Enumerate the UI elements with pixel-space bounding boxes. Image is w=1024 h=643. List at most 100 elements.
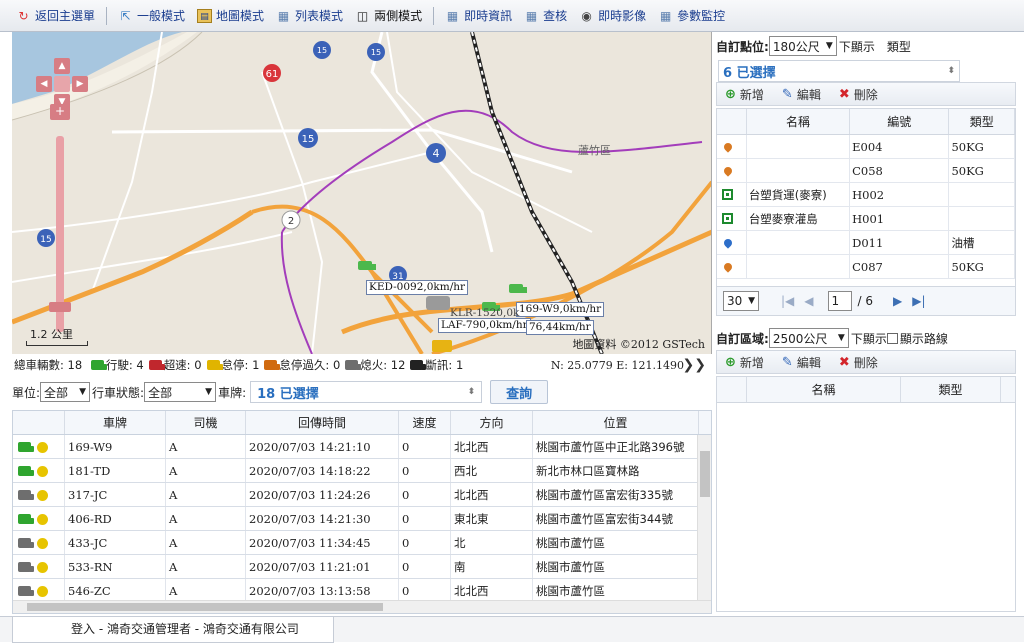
vehicle-label[interactable]: 76,44km/hr: [526, 320, 594, 335]
column-header[interactable]: 速度: [399, 411, 451, 434]
unit-select[interactable]: 全部 ▼: [40, 382, 91, 402]
realtime-info-button[interactable]: ▦ 即時資訊: [439, 4, 518, 28]
realtime-info-icon: ▦: [446, 8, 459, 23]
table-row[interactable]: 台塑麥寮灌島 H001: [717, 207, 1015, 231]
vehicle-marker[interactable]: [432, 340, 452, 352]
table-header: 車牌 司機 回傳時間 速度 方向 位置: [13, 411, 711, 435]
cell-loc: 新北市林口區寶林路: [533, 459, 699, 482]
column-header[interactable]: 位置: [533, 411, 699, 434]
cell-plate: 317-JC: [65, 483, 166, 506]
column-header[interactable]: 名稱: [747, 377, 901, 402]
status-idle[interactable]: 怠停: 1: [205, 357, 259, 373]
vehicle-label[interactable]: KLR-1520,0k: [448, 307, 521, 320]
column-header[interactable]: 名稱: [747, 109, 851, 134]
table-row[interactable]: 181-TD A 2020/07/03 14:18:22 0 西北 新北市林口區寶林路: [13, 459, 711, 483]
area-range-select[interactable]: 2500公尺 ▼: [768, 328, 849, 348]
point-range-select[interactable]: 180公尺 ▼: [768, 36, 837, 56]
parameter-monitor-button[interactable]: ▦ 參數監控: [652, 4, 731, 28]
points-multiselect[interactable]: 6 已選擇 ⬍: [718, 60, 960, 82]
zoom-in-button[interactable]: +: [50, 104, 70, 120]
status-engine-off[interactable]: 熄火: 12: [343, 357, 405, 373]
plate-multiselect[interactable]: 18 已選擇 ⬍: [250, 381, 483, 403]
status-speeding[interactable]: 超速: 0: [147, 357, 202, 373]
page-size-select[interactable]: 30 ▼: [723, 291, 759, 311]
cell-code: C087: [850, 255, 950, 278]
map-mode-button[interactable]: ▤ 地圖模式: [191, 4, 270, 28]
cell-plate: 546-ZC: [65, 579, 166, 602]
table-row[interactable]: C058 50KG: [717, 159, 1015, 183]
horizontal-scrollbar[interactable]: [13, 600, 711, 613]
points-rows: E004 50KG C058 50KG 台塑貨運(麥寮) H002 台塑麥寮灌島 H001 D0…: [717, 135, 1015, 279]
table-row[interactable]: 317-JC A 2020/07/03 11:24:26 0 北北西 桃園市蘆竹區富宏街3…: [13, 483, 711, 507]
edit-area-button[interactable]: ✎ 編輯: [782, 354, 821, 371]
list-mode-button[interactable]: ▦ 列表模式: [270, 4, 349, 28]
pan-up-button[interactable]: ▲: [54, 58, 70, 74]
map-mode-icon: ▤: [197, 8, 213, 23]
top-toolbar: ↻ 返回主選單 ⇱ 一般模式 ▤ 地圖模式 ▦ 列表模式 ◫ 兩側模式 ▦ 即時資訊 ▦ 查核…: [0, 0, 1024, 32]
pan-left-button[interactable]: ◀: [36, 76, 52, 92]
cell-driver: A: [166, 435, 246, 458]
vehicle-marker[interactable]: [509, 284, 527, 293]
vehicle-label[interactable]: KED-0092,0km/hr: [366, 280, 469, 295]
right-panel: 自訂點位: 180公尺 ▼ 下顯示 類型 6 已選擇 ⬍ ⊕ 新增 ✎ 編輯 ✖ 刪除 名…: [714, 32, 1024, 616]
cell-dir: 東北東: [451, 507, 533, 530]
pencil-icon: ✎: [781, 86, 793, 102]
table-row[interactable]: 169-W9 A 2020/07/03 14:21:10 0 北北西 桃園市蘆竹區中正北路…: [13, 435, 711, 459]
status-idle-too-long[interactable]: 怠停過久: 0: [262, 357, 340, 373]
split-mode-button[interactable]: ◫ 兩側模式: [349, 4, 428, 28]
audit-button[interactable]: ▦ 查核: [518, 4, 573, 28]
pan-right-button[interactable]: ▶: [72, 76, 88, 92]
table-row[interactable]: D011 油槽: [717, 231, 1015, 255]
column-header[interactable]: 類型: [949, 109, 1015, 134]
cell-plate: 533-RN: [65, 555, 166, 578]
page-input[interactable]: 1: [827, 291, 852, 311]
vehicle-label[interactable]: 169-W9,0km/hr: [516, 302, 605, 317]
table-row[interactable]: E004 50KG: [717, 135, 1015, 159]
zoom-slider-thumb[interactable]: [49, 302, 71, 312]
add-point-button[interactable]: ⊕ 新增: [725, 86, 764, 103]
prev-page-button[interactable]: ◀: [804, 294, 813, 308]
map-view[interactable]: 61 15 15 15 4 2 31 15 蘆竹區 ▲ ◀ ▶ ▼ + KED-…: [12, 32, 712, 354]
login-info-tab[interactable]: 登入 - 鴻奇交通管理者 - 鴻奇交通有限公司: [12, 617, 334, 643]
cell-time: 2020/07/03 13:13:58: [246, 579, 399, 602]
vertical-scrollbar[interactable]: [697, 435, 711, 601]
query-button[interactable]: 查詢: [490, 380, 549, 404]
status-driving[interactable]: 行駛: 4: [89, 357, 144, 373]
column-header[interactable]: 回傳時間: [246, 411, 399, 434]
column-header[interactable]: 類型: [901, 377, 1001, 402]
first-page-button[interactable]: |◀: [781, 294, 794, 308]
column-header[interactable]: 編號: [850, 109, 950, 134]
table-row[interactable]: 433-JC A 2020/07/03 11:34:45 0 北桃園市蘆竹區: [13, 531, 711, 555]
delete-area-button[interactable]: ✖ 刪除: [839, 354, 878, 371]
vehicle-marker[interactable]: [426, 296, 450, 310]
cell-time: 2020/07/03 11:34:45: [246, 531, 399, 554]
column-header[interactable]: 司機: [166, 411, 246, 434]
edit-point-button[interactable]: ✎ 編輯: [782, 86, 821, 103]
general-mode-button[interactable]: ⇱ 一般模式: [112, 4, 191, 28]
status-disconnected[interactable]: 斷訊: 1: [408, 357, 463, 373]
table-row[interactable]: C087 50KG: [717, 255, 1015, 279]
vehicle-label[interactable]: LAF-790,0km/hr: [438, 318, 531, 333]
return-main-menu-button[interactable]: ↻ 返回主選單: [10, 4, 101, 28]
cell-type: 50KG: [949, 159, 1015, 182]
delete-point-button[interactable]: ✖ 刪除: [839, 86, 878, 103]
cell-dir: 北: [451, 531, 533, 554]
add-area-button[interactable]: ⊕ 新增: [725, 354, 764, 371]
column-header[interactable]: 方向: [451, 411, 533, 434]
pan-center-button[interactable]: [54, 76, 70, 92]
cell-loc: 桃園市蘆竹區: [533, 531, 699, 554]
vehicle-marker[interactable]: [358, 261, 376, 270]
realtime-video-button[interactable]: ◉ 即時影像: [573, 4, 652, 28]
column-header[interactable]: 車牌: [65, 411, 166, 434]
driving-status-select[interactable]: 全部 ▼: [144, 382, 217, 402]
table-row[interactable]: 533-RN A 2020/07/03 11:21:01 0 南桃園市蘆竹區: [13, 555, 711, 579]
next-page-button[interactable]: ▶: [893, 294, 902, 308]
table-row[interactable]: 台塑貨運(麥寮) H002: [717, 183, 1015, 207]
show-route-checkbox[interactable]: [886, 332, 898, 344]
cell-code: H002: [850, 183, 950, 206]
last-page-button[interactable]: ▶|: [912, 294, 925, 308]
collapse-panel-icon[interactable]: ❯❯: [683, 357, 706, 373]
table-row[interactable]: 406-RD A 2020/07/03 14:21:30 0 東北東 桃園市蘆竹區富宏街3…: [13, 507, 711, 531]
cell-code: D011: [850, 231, 950, 254]
vehicle-status-icon: [13, 459, 65, 482]
